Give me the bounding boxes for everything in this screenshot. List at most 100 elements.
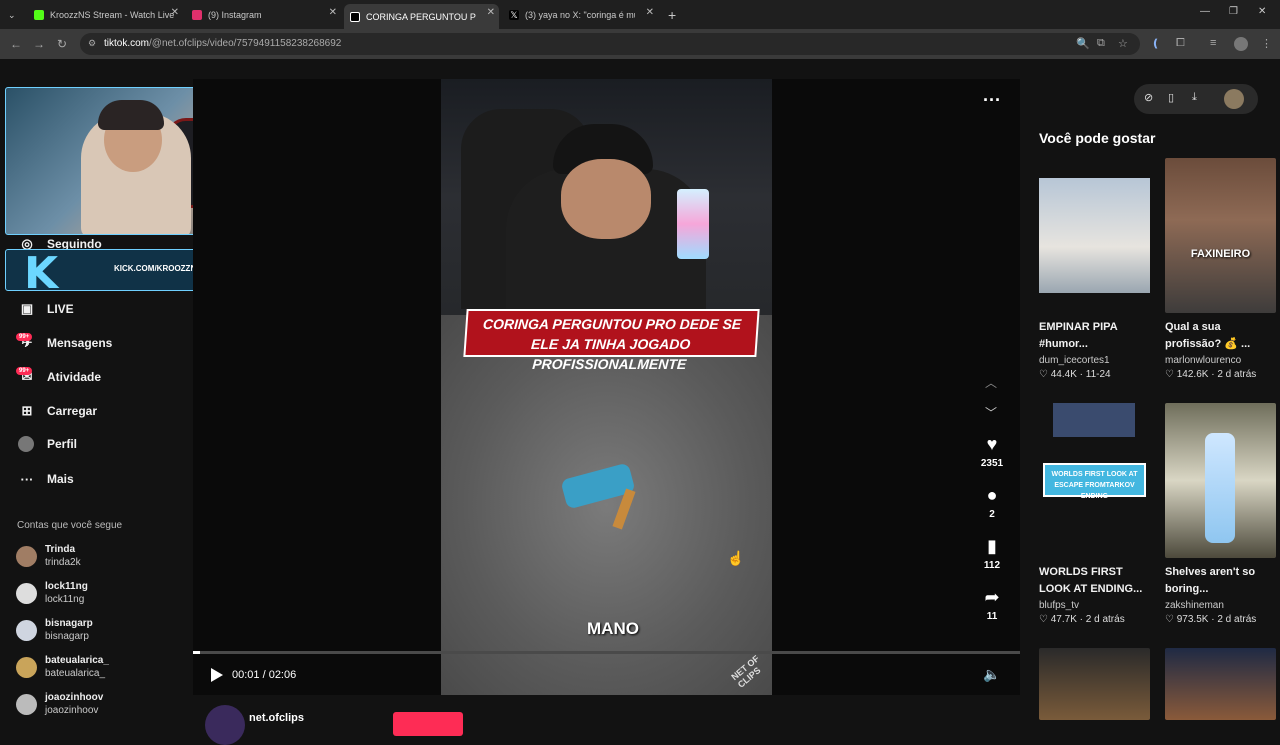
extension-icon[interactable]: ❪ bbox=[1151, 37, 1160, 50]
thumbnail-scene bbox=[1053, 403, 1135, 437]
previous-video-icon[interactable]: ︿ bbox=[985, 374, 997, 391]
kick-favicon-icon bbox=[34, 9, 44, 20]
bookmark-icon: ▮ bbox=[987, 536, 997, 556]
bookmark-star-icon[interactable]: ☆ bbox=[1118, 37, 1128, 50]
tab-kick[interactable]: KroozzNS Stream - Watch Live ✕ bbox=[28, 4, 183, 25]
maximize-icon[interactable]: ❐ bbox=[1229, 6, 1238, 17]
back-icon[interactable]: ← bbox=[10, 37, 22, 51]
video-tools-pill: ⊘ ▯ ⤓ bbox=[1134, 84, 1258, 114]
thumbnail-scene bbox=[1039, 178, 1150, 293]
streamer-hair bbox=[98, 100, 164, 130]
heart-outline-icon: ♡ bbox=[1039, 369, 1051, 380]
video-thumbnail: FAXINEIRO bbox=[1165, 158, 1276, 313]
recommended-video-card[interactable] bbox=[1039, 648, 1150, 720]
video-controls: 00:01 / 02:06 🔈 bbox=[193, 660, 1020, 690]
url-field[interactable]: ⚙ tiktok.com/@net.ofclips/video/75794911… bbox=[80, 33, 1140, 55]
messages-badge: 99+ bbox=[16, 333, 33, 341]
video-thumbnail bbox=[1165, 648, 1276, 720]
media-icon[interactable]: ≡ bbox=[1210, 37, 1216, 49]
save-button[interactable]: ▮ 112 bbox=[978, 536, 1006, 571]
close-tab-icon[interactable]: ✕ bbox=[329, 7, 337, 18]
avatar bbox=[16, 620, 37, 641]
volume-icon[interactable]: 🔈 bbox=[983, 666, 1000, 683]
tab-search-button[interactable]: ⌄ bbox=[4, 5, 22, 26]
followed-account[interactable]: bisnagarp bisnagarp bbox=[16, 617, 93, 643]
more-icon: ··· bbox=[20, 471, 34, 487]
following-accounts-title: Contas que você segue bbox=[17, 520, 123, 531]
close-tab-icon[interactable]: ✕ bbox=[646, 7, 654, 18]
share-icon: ➦ bbox=[984, 587, 1000, 607]
video-thumbnail bbox=[1165, 403, 1276, 558]
recommended-video-card[interactable]: Shelves aren't so boring... zakshineman … bbox=[1165, 403, 1276, 625]
browser-menu-icon[interactable]: ⋮ bbox=[1261, 37, 1272, 50]
next-video-icon[interactable]: ﹀ bbox=[985, 404, 997, 421]
video-person-face bbox=[561, 159, 651, 239]
author-avatar[interactable] bbox=[205, 705, 245, 745]
followed-account[interactable]: lock11ng lock11ng bbox=[16, 580, 88, 606]
tab-instagram[interactable]: (9) Instagram ✕ bbox=[186, 4, 341, 25]
video-thumbnail: WORLDS FIRST LOOK AT ESCAPE FROMTARKOV E… bbox=[1039, 403, 1150, 558]
video-progress-bar[interactable] bbox=[193, 651, 1020, 654]
mobile-icon[interactable]: ▯ bbox=[1168, 91, 1174, 104]
avatar bbox=[16, 694, 37, 715]
followed-account[interactable]: bateualarica_ bateualarica_ bbox=[16, 654, 109, 680]
comment-icon: ● bbox=[986, 485, 998, 505]
sidebar-item-profile[interactable]: Perfil bbox=[18, 436, 77, 452]
tiktok-favicon-icon bbox=[350, 11, 360, 22]
mouse-cursor-icon: ☝ bbox=[727, 550, 745, 566]
kick-logo-icon: K bbox=[24, 249, 59, 291]
compass-icon[interactable]: ⊘ bbox=[1144, 91, 1153, 104]
install-icon[interactable]: ⧉ bbox=[1097, 37, 1105, 50]
address-bar-row: ← → ↻ ⚙ tiktok.com/@net.ofclips/video/75… bbox=[0, 29, 1280, 59]
extensions-puzzle-icon[interactable]: ⧠ bbox=[1176, 37, 1185, 50]
tab-tiktok-active[interactable]: CORINGA PERGUNTOU PRO DE ✕ bbox=[344, 4, 499, 29]
close-window-icon[interactable]: ✕ bbox=[1258, 6, 1266, 17]
thumbnail-overlay-text: WORLDS FIRST LOOK AT ESCAPE FROMTARKOV E… bbox=[1043, 463, 1146, 500]
followed-account[interactable]: joaozinhoov joaozinhoov bbox=[16, 691, 103, 717]
video-subtitle: MANO bbox=[587, 619, 639, 638]
avatar bbox=[16, 546, 37, 567]
heart-outline-icon: ♡ bbox=[1165, 614, 1177, 625]
recommended-video-card[interactable] bbox=[1165, 648, 1276, 720]
download-icon[interactable]: ⤓ bbox=[1192, 91, 1197, 104]
recommended-video-card[interactable]: WORLDS FIRST LOOK AT ESCAPE FROMTARKOV E… bbox=[1039, 403, 1150, 625]
close-tab-icon[interactable]: ✕ bbox=[171, 7, 179, 18]
zoom-icon[interactable]: 🔍 bbox=[1076, 37, 1090, 50]
sidebar-item-more[interactable]: ··· Mais bbox=[18, 470, 74, 488]
sidebar-item-upload[interactable]: ⊞ Carregar bbox=[18, 402, 97, 420]
video-thumbnail bbox=[1039, 648, 1150, 720]
avatar bbox=[16, 583, 37, 604]
author-name[interactable]: net.ofclips bbox=[249, 712, 304, 724]
kick-url-text: KICK.COM/KROOZZNS bbox=[114, 264, 202, 273]
followed-account[interactable]: Trinda trinda2k bbox=[16, 543, 81, 569]
recommended-video-card[interactable]: EMPINAR PIPA #humor... dum_icecortes1 ♡ … bbox=[1039, 158, 1150, 380]
sidebar-item-live[interactable]: ▣ LIVE bbox=[18, 300, 74, 318]
play-icon[interactable] bbox=[211, 668, 223, 682]
share-button[interactable]: ➦ 11 bbox=[978, 587, 1006, 622]
video-time: 00:01 / 02:06 bbox=[232, 669, 297, 681]
upload-icon: ⊞ bbox=[21, 403, 33, 418]
profile-avatar[interactable] bbox=[1234, 37, 1248, 51]
activity-badge: 99+ bbox=[16, 367, 33, 375]
thumbnail-lamp bbox=[1205, 433, 1235, 543]
like-button[interactable]: ♥ 2351 bbox=[978, 434, 1006, 469]
new-tab-button[interactable]: + bbox=[662, 4, 676, 25]
x-favicon-icon: 𝕏 bbox=[509, 9, 519, 20]
reload-icon[interactable]: ↻ bbox=[57, 37, 67, 51]
site-info-icon[interactable]: ⚙ bbox=[88, 38, 96, 49]
recommended-video-card[interactable]: FAXINEIRO Qual a sua profissão? 💰 ... ma… bbox=[1165, 158, 1276, 380]
forward-icon[interactable]: → bbox=[33, 37, 45, 51]
sidebar-item-messages[interactable]: ✈ Mensagens bbox=[18, 334, 113, 352]
close-tab-icon[interactable]: ✕ bbox=[487, 7, 495, 18]
profile-icon bbox=[18, 436, 34, 452]
video-frame[interactable]: CORINGA PERGUNTOU PRO DEDE SE ELE JA TIN… bbox=[441, 79, 772, 695]
video-stream-scene bbox=[441, 79, 772, 319]
minimize-icon[interactable]: — bbox=[1200, 6, 1210, 17]
tab-x[interactable]: 𝕏 (3) yaya no X: "coringa é muito ✕ bbox=[503, 4, 658, 25]
video-more-options-icon[interactable]: ··· bbox=[983, 90, 1001, 111]
video-caption-banner: CORINGA PERGUNTOU PRO DEDE SE ELE JA TIN… bbox=[463, 309, 760, 372]
follow-button[interactable] bbox=[393, 712, 463, 736]
comment-button[interactable]: ● 2 bbox=[978, 485, 1006, 520]
user-avatar[interactable] bbox=[1224, 89, 1244, 109]
instagram-favicon-icon bbox=[192, 9, 202, 20]
